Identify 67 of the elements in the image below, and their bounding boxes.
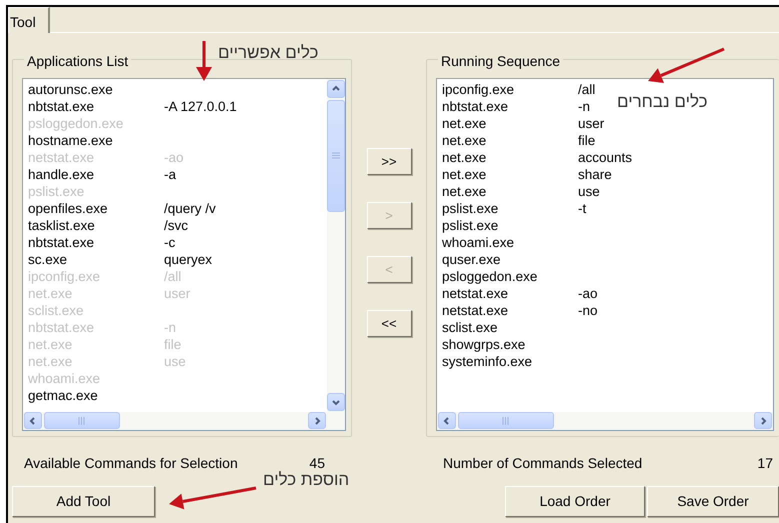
- command-name[interactable]: sclist.exe: [442, 318, 578, 336]
- command-argument[interactable]: -a: [164, 166, 176, 182]
- scroll-right-button[interactable]: [754, 412, 772, 429]
- command-name[interactable]: whoami.exe: [442, 234, 578, 250]
- command-name[interactable]: autorunsc.exe: [28, 80, 164, 98]
- command-name[interactable]: netstat.exe: [442, 302, 578, 318]
- command-name[interactable]: showgrps.exe: [442, 336, 578, 352]
- command-name[interactable]: net.exe: [442, 114, 578, 132]
- grip-icon: [332, 152, 340, 159]
- command-name[interactable]: nbtstat.exe: [442, 98, 578, 114]
- command-name[interactable]: openfiles.exe: [28, 200, 164, 216]
- command-name[interactable]: pslist.exe: [442, 200, 578, 216]
- selected-commands-count: 17: [757, 454, 773, 473]
- scroll-right-button[interactable]: [308, 412, 326, 429]
- command-argument[interactable]: -n: [578, 98, 590, 114]
- command-argument[interactable]: -t: [578, 200, 586, 216]
- command-name[interactable]: psloggedon.exe: [442, 268, 578, 284]
- command-name[interactable]: netstat.exe: [442, 284, 578, 302]
- command-argument[interactable]: accounts: [578, 148, 632, 166]
- move-button[interactable]: >>: [366, 148, 412, 175]
- scroll-thumb[interactable]: [458, 412, 554, 429]
- selected-commands-label: Number of Commands Selected: [443, 454, 642, 473]
- available-commands-label: Available Commands for Selection: [24, 454, 238, 473]
- command-argument[interactable]: /svc: [164, 216, 188, 234]
- command-name[interactable]: quser.exe: [442, 250, 578, 268]
- command-name[interactable]: nbtstat.exe: [28, 98, 164, 114]
- scroll-up-button[interactable]: [327, 80, 345, 98]
- command-name[interactable]: pslist.exe: [442, 216, 578, 234]
- tab[interactable]: Tool: [8, 7, 50, 33]
- annotation-text: כלים נבחרים: [617, 91, 708, 113]
- command-name[interactable]: net.exe: [442, 132, 578, 148]
- command-name[interactable]: net.exe: [442, 166, 578, 182]
- command-name[interactable]: getmac.exe: [28, 386, 164, 404]
- command-argument[interactable]: use: [578, 182, 600, 200]
- grip-icon: [78, 416, 86, 424]
- move-button[interactable]: <<: [366, 310, 412, 337]
- scroll-left-button[interactable]: [438, 412, 456, 429]
- command-argument[interactable]: user: [578, 114, 604, 132]
- command-argument[interactable]: /all: [578, 80, 596, 98]
- command-name[interactable]: hostname.exe: [28, 132, 164, 148]
- command-name[interactable]: ipconfig.exe: [442, 80, 578, 98]
- command-name[interactable]: systeminfo.exe: [442, 352, 578, 370]
- scroll-down-button[interactable]: [327, 392, 345, 410]
- command-argument[interactable]: -A 127.0.0.1: [164, 98, 237, 114]
- command-name[interactable]: net.exe: [442, 182, 578, 200]
- annotation-text: כלים אפשריים: [218, 42, 318, 64]
- command-name[interactable]: handle.exe: [28, 166, 164, 182]
- command-argument[interactable]: share: [578, 166, 612, 182]
- scroll-thumb[interactable]: [44, 412, 120, 429]
- save-order-button[interactable]: Save Order: [647, 486, 779, 517]
- command-name[interactable]: net.exe: [442, 148, 578, 166]
- command-argument[interactable]: -no: [578, 302, 598, 318]
- annotation-text: הוספת כלים: [263, 469, 350, 491]
- command-argument[interactable]: file: [578, 132, 596, 148]
- command-name[interactable]: sc.exe: [28, 250, 164, 268]
- command-argument[interactable]: -c: [164, 234, 176, 250]
- add-tool-button[interactable]: Add Tool: [12, 486, 155, 517]
- load-order-button[interactable]: Load Order: [505, 486, 645, 517]
- command-argument[interactable]: /query /v: [164, 200, 216, 216]
- command-name[interactable]: tasklist.exe: [28, 216, 164, 234]
- scroll-thumb[interactable]: [327, 100, 345, 212]
- grip-icon: [502, 416, 510, 424]
- command-argument[interactable]: -ao: [578, 284, 598, 302]
- annotation-arrow: [196, 41, 212, 81]
- scroll-left-button[interactable]: [24, 412, 42, 429]
- command-argument[interactable]: queryex: [164, 250, 212, 268]
- command-name[interactable]: nbtstat.exe: [28, 234, 164, 250]
